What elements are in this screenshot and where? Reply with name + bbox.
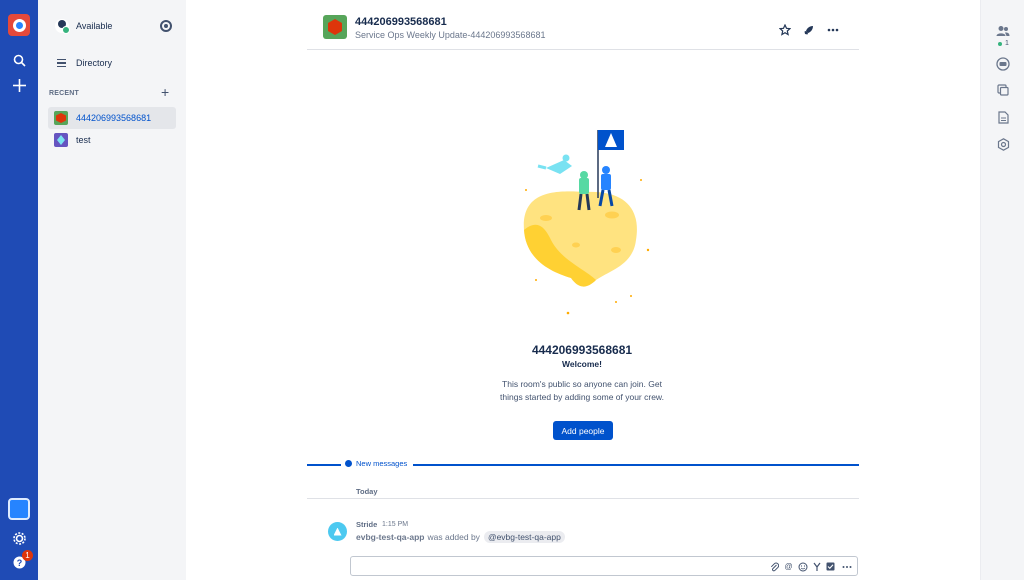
welcome-title: 444206993568681 [531, 343, 633, 357]
svg-text:?: ? [16, 558, 22, 568]
attachment-icon[interactable] [769, 561, 780, 572]
bot-avatar[interactable] [328, 522, 347, 541]
room-avatar-icon [54, 111, 68, 125]
decision-icon[interactable] [811, 561, 822, 572]
add-people-button[interactable]: Add people [553, 421, 613, 440]
global-nav: ? 1 [0, 0, 38, 580]
presence-icon[interactable] [160, 20, 172, 32]
more-icon[interactable] [841, 561, 852, 572]
room-header: 444206993568681 Service Ops Weekly Updat… [307, 12, 859, 50]
search-icon[interactable] [9, 50, 29, 70]
message-input[interactable] [357, 559, 757, 573]
message-body: evbg-test-qa-app was added by @evbg-test… [356, 531, 565, 543]
date-separator: Today [356, 487, 378, 496]
recent-header: RECENT [49, 90, 79, 97]
arrow-down-icon [345, 460, 352, 467]
files-icon[interactable] [996, 83, 1010, 97]
gear-icon[interactable] [9, 528, 29, 548]
sidebar-item-label: Directory [76, 58, 113, 68]
app-name[interactable]: evbg-test-qa-app [356, 532, 424, 542]
main-panel: 444206993568681 Service Ops Weekly Updat… [186, 0, 980, 580]
welcome-description-line: things started by adding some of your cr… [500, 392, 664, 402]
new-messages-label: New messages [356, 459, 408, 468]
mention-icon[interactable]: @ [783, 561, 794, 572]
add-room-icon[interactable]: + [161, 84, 169, 100]
bot-app-icon[interactable] [8, 498, 30, 520]
room-avatar-icon [54, 133, 68, 147]
help-badge: 1 [22, 550, 33, 561]
message-composer[interactable]: @ [350, 556, 858, 576]
welcome-illustration [516, 120, 656, 320]
list-icon [57, 58, 66, 68]
star-icon[interactable] [777, 22, 793, 38]
new-messages-divider: New messages [307, 459, 859, 469]
stride-logo-icon[interactable] [8, 14, 30, 36]
status-selector[interactable]: Available [48, 15, 176, 37]
room-topic: Service Ops Weekly Update-44420699356868… [355, 30, 546, 40]
room-avatar-icon [323, 15, 347, 39]
sidebar-item-room[interactable]: 444206993568681 [48, 107, 176, 129]
welcome-description-line: This room's public so anyone can join. G… [502, 379, 662, 389]
settings-icon[interactable] [996, 137, 1010, 151]
people-count: 1 [998, 40, 1009, 47]
sidebar-item-room[interactable]: test [48, 129, 176, 151]
welcome-subtitle: Welcome! [562, 359, 602, 369]
people-icon[interactable] [996, 24, 1010, 38]
message-text: was added by [427, 532, 480, 542]
sidebar: Available Directory RECENT + 44420699356… [38, 0, 186, 580]
divider [307, 498, 859, 499]
message-timestamp: 1:15 PM [382, 521, 409, 528]
rocket-icon[interactable] [801, 22, 817, 38]
document-icon[interactable] [996, 110, 1010, 124]
avatar [55, 19, 70, 34]
sidebar-item-directory[interactable]: Directory [48, 52, 176, 74]
emoji-icon[interactable] [797, 561, 808, 572]
sidebar-item-label: test [76, 135, 91, 145]
sidebar-item-label: 444206993568681 [76, 113, 152, 123]
message-author[interactable]: Stride [356, 520, 377, 529]
more-icon[interactable] [825, 22, 841, 38]
status-label: Available [76, 21, 113, 31]
plus-icon[interactable] [9, 75, 29, 95]
meeting-icon[interactable] [996, 57, 1010, 71]
welcome-description: This room's public so anyone can join. G… [482, 378, 682, 404]
task-checkbox-icon[interactable] [825, 561, 836, 572]
page-title: 444206993568681 [355, 16, 447, 28]
right-sidebar: 1 [980, 0, 1024, 580]
mention-chip[interactable]: @evbg-test-qa-app [483, 531, 565, 543]
